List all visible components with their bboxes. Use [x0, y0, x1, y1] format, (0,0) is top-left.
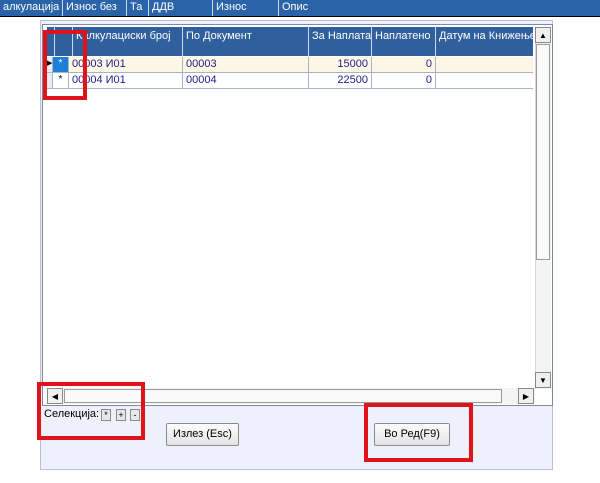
cell-naplateno: 0: [372, 57, 436, 73]
cell-po-dokument: 00004: [183, 73, 309, 89]
header-datum-na-knizenje[interactable]: Датум на Книжење: [436, 27, 533, 56]
header-kalkulaciski-broj[interactable]: Калкулациски број: [73, 27, 183, 56]
bg-col-iznos: Износ: [212, 0, 278, 16]
header-po-dokument[interactable]: По Документ: [183, 27, 309, 56]
vertical-scroll-thumb[interactable]: [536, 44, 550, 260]
highlight-box: [364, 403, 473, 462]
cell-naplateno: 0: [372, 73, 436, 89]
highlight-box: [37, 382, 145, 440]
cell-datum: [436, 73, 533, 89]
cell-za-naplata: 22500: [309, 73, 372, 89]
bg-col-opis: Опис: [278, 0, 600, 16]
bg-col-ta: Та: [126, 0, 148, 16]
bg-col-ddv: ДДВ: [148, 0, 212, 16]
highlight-box: [43, 30, 87, 100]
bg-col-kalkulacija: алкулација: [3, 1, 60, 13]
bg-col-iznos-bez: Износ без: [62, 0, 126, 16]
scroll-right-icon[interactable]: ▶: [518, 388, 534, 404]
divider: [0, 16, 600, 17]
cell-datum: [436, 57, 533, 73]
cell-za-naplata: 15000: [309, 57, 372, 73]
scroll-down-icon[interactable]: ▼: [535, 372, 551, 388]
exit-button[interactable]: Излез (Esc): [166, 423, 239, 446]
scroll-up-icon[interactable]: ▲: [535, 27, 551, 43]
header-za-naplata[interactable]: За Наплата: [309, 27, 372, 56]
header-naplateno[interactable]: Наплатено: [372, 27, 436, 56]
cell-po-dokument: 00003: [183, 57, 309, 73]
